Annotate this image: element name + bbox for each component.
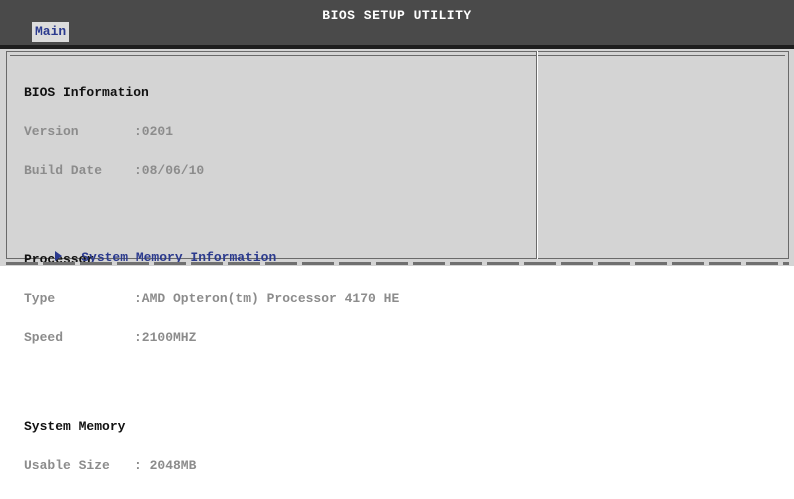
- version-label: Version: [24, 124, 79, 139]
- usable-size-value: : 2048MB: [134, 458, 197, 473]
- system-memory-information-link[interactable]: System Memory Information: [24, 235, 276, 280]
- type-value: :AMD Opteron(tm) Processor 4170 HE: [134, 291, 400, 306]
- tab-main[interactable]: Main: [32, 22, 70, 42]
- app-title: BIOS SETUP UTILITY: [322, 8, 472, 23]
- arrow-right-icon: [55, 251, 63, 261]
- help-panel-divider: [536, 51, 538, 259]
- speed-row: Speed :2100MHZ: [24, 331, 399, 344]
- bottom-dashed-border: [6, 262, 789, 265]
- frame-inner-line: [10, 55, 785, 56]
- speed-value: :2100MHZ: [134, 330, 197, 345]
- bios-screen: BIOS SETUP UTILITY Main BIOS Information…: [0, 0, 794, 472]
- usable-size-label: Usable Size: [24, 458, 110, 473]
- usable-size-row: Usable Size : 2048MB: [24, 459, 399, 472]
- type-row: Type :AMD Opteron(tm) Processor 4170 HE: [24, 292, 399, 305]
- top-divider: [0, 45, 794, 49]
- version-row: Version :0201: [24, 125, 399, 138]
- speed-label: Speed: [24, 330, 64, 345]
- system-memory-title: System Memory: [24, 419, 126, 434]
- version-value: :0201: [134, 124, 174, 139]
- build-date-row: Build Date :08/06/10: [24, 164, 399, 177]
- top-bar: BIOS SETUP UTILITY Main: [0, 0, 794, 45]
- type-label: Type: [24, 291, 56, 306]
- build-date-value: :08/06/10: [134, 163, 205, 178]
- bios-information-title: BIOS Information: [24, 85, 149, 100]
- build-date-label: Build Date: [24, 163, 103, 178]
